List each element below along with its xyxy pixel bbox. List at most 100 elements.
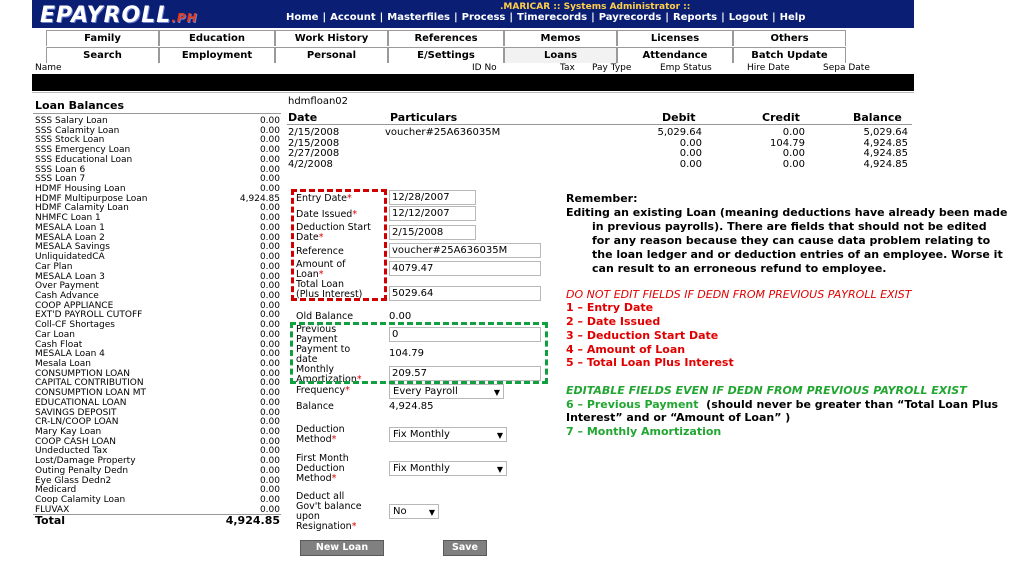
nav-account[interactable]: Account bbox=[326, 12, 379, 23]
tab-memos[interactable]: Memos bbox=[504, 30, 617, 46]
reference-input[interactable]: voucher#25A636035M bbox=[389, 243, 541, 258]
do-not-edit-heading: DO NOT EDIT FIELDS IF DEDN FROM PREVIOUS… bbox=[566, 288, 912, 301]
ledger-cell-date: 2/15/2008 bbox=[288, 127, 340, 138]
nav-reports[interactable]: Reports bbox=[669, 12, 721, 23]
tab-batch-update[interactable]: Batch Update bbox=[733, 47, 846, 63]
editable-fields-heading: EDITABLE FIELDS EVEN IF DEDN FROM PREVIO… bbox=[566, 384, 967, 397]
logo-main-text: EPAYROLL bbox=[40, 3, 172, 28]
employee-info-bar bbox=[32, 74, 914, 91]
tab-others[interactable]: Others bbox=[733, 30, 846, 46]
ledger-cell-balance: 4,924.85 bbox=[863, 137, 908, 149]
remember-line-2: in previous payrolls). There are fields … bbox=[592, 220, 987, 233]
current-user-label: .MARICAR :: Systems Administrator :: bbox=[500, 2, 691, 12]
remember-line-3: for any reason because they can cause da… bbox=[592, 234, 991, 247]
frequency-select[interactable]: Every Payroll ▼ bbox=[389, 384, 504, 399]
deduct-all-select[interactable]: No ▼ bbox=[389, 504, 439, 519]
tab-loans[interactable]: Loans bbox=[504, 47, 617, 63]
frequency-label: Frequency* bbox=[296, 385, 350, 396]
chevron-down-icon: ▼ bbox=[496, 465, 503, 474]
deduction-start-input[interactable]: 2/15/2008 bbox=[389, 225, 476, 240]
divider bbox=[287, 124, 912, 125]
remember-line-5: can result to an erroneous refund to emp… bbox=[592, 262, 887, 275]
old-balance-label: Old Balance bbox=[296, 311, 354, 322]
deduct-all-label: Deduct all Gov't balance upon Resignation* bbox=[296, 491, 362, 532]
first-month-deduction-label: First Month Deduction Method* bbox=[296, 453, 349, 484]
tab-family[interactable]: Family bbox=[46, 30, 159, 46]
col-pay-type: Pay Type bbox=[592, 63, 632, 73]
remember-line-4: the loan ledger and or deduction entries… bbox=[592, 248, 1003, 261]
ledger-cell-balance: 4,924.85 bbox=[863, 158, 908, 170]
logo-suffix-text: .PH bbox=[171, 11, 198, 25]
ledger-cell-balance: 4,924.85 bbox=[863, 148, 908, 159]
total-value: 4,924.85 bbox=[225, 514, 280, 527]
locked-field-4: 4 – Amount of Loan bbox=[566, 343, 686, 356]
locked-field-5: 5 – Total Loan Plus Interest bbox=[566, 356, 734, 369]
tab-search[interactable]: Search bbox=[46, 47, 159, 63]
nav-help[interactable]: Help bbox=[776, 12, 810, 23]
editable-field-6: 6 – Previous Payment (should never be gr… bbox=[566, 398, 999, 411]
ledger-cell-credit: 0.00 bbox=[782, 148, 805, 159]
locked-field-2: 2 – Date Issued bbox=[566, 315, 661, 328]
ledger-cell-credit: 0.00 bbox=[782, 127, 805, 138]
top-nav: Home | Account | Masterfiles | Process | Timerec… bbox=[282, 12, 809, 23]
epayroll-logo[interactable]: EPAYROLL.PH bbox=[40, 3, 198, 28]
loan-balance-row: Coop Calamity Loan 0.00 bbox=[35, 495, 280, 506]
ledger-header-debit: Debit bbox=[662, 111, 696, 124]
nav-payrecords[interactable]: Payrecords bbox=[595, 12, 666, 23]
first-month-deduction-value: Fix Monthly bbox=[393, 463, 450, 474]
employee-header: Name ID No Tax Pay Type Emp Status Hire … bbox=[32, 63, 914, 74]
locked-field-1: 1 – Entry Date bbox=[566, 301, 654, 314]
balance-value: 4,924.85 bbox=[389, 401, 434, 412]
tab-education[interactable]: Education bbox=[159, 30, 275, 46]
deduction-method-select[interactable]: Fix Monthly ▼ bbox=[389, 427, 507, 442]
nav-timerecords[interactable]: Timerecords bbox=[513, 12, 591, 23]
ledger-header-date: Date bbox=[288, 111, 318, 124]
chevron-down-icon: ▼ bbox=[428, 508, 435, 517]
ledger-cell-debit: 0.00 bbox=[679, 148, 702, 159]
date-issued-input[interactable]: 12/12/2007 bbox=[389, 206, 476, 221]
remember-heading: Remember: bbox=[566, 192, 638, 205]
nav-home[interactable]: Home bbox=[282, 12, 322, 23]
locked-fields-highlight bbox=[291, 189, 387, 301]
ledger-cell-debit: 5,029.64 bbox=[657, 127, 702, 138]
col-emp-status: Emp Status bbox=[660, 63, 712, 73]
nav-logout[interactable]: Logout bbox=[725, 12, 772, 23]
tab-references[interactable]: References bbox=[388, 30, 504, 46]
tab-licenses[interactable]: Licenses bbox=[617, 30, 733, 46]
tab-attendance[interactable]: Attendance bbox=[617, 47, 733, 63]
balance-label: Balance bbox=[296, 401, 334, 412]
tab-personal[interactable]: Personal bbox=[275, 47, 388, 63]
total-loan-input[interactable]: 5029.64 bbox=[389, 286, 541, 301]
total-label: Total bbox=[35, 514, 66, 527]
nav-masterfiles[interactable]: Masterfiles bbox=[383, 12, 454, 23]
amount-of-loan-input[interactable]: 4079.47 bbox=[389, 261, 541, 276]
chevron-down-icon: ▼ bbox=[493, 388, 500, 397]
new-loan-button[interactable]: New Loan bbox=[300, 540, 384, 556]
ledger-cell-date: 4/2/2008 bbox=[288, 158, 333, 170]
ledger-cell-credit: 0.00 bbox=[782, 158, 805, 170]
ledger-cell-credit: 104.79 bbox=[770, 137, 805, 149]
divider bbox=[33, 113, 281, 114]
ledger-header-particulars: Particulars bbox=[390, 111, 458, 124]
col-id-no: ID No bbox=[472, 63, 497, 73]
deduct-all-value: No bbox=[393, 506, 407, 517]
entry-date-input[interactable]: 12/28/2007 bbox=[389, 190, 476, 205]
save-button[interactable]: Save bbox=[443, 540, 487, 556]
nav-process[interactable]: Process bbox=[458, 12, 510, 23]
tab-e-settings[interactable]: E/Settings bbox=[388, 47, 504, 63]
deduction-method-value: Fix Monthly bbox=[393, 429, 450, 440]
first-month-deduction-select[interactable]: Fix Monthly ▼ bbox=[389, 461, 507, 476]
deduction-method-label: Deduction Method* bbox=[296, 424, 345, 445]
loan-balances-title: Loan Balances bbox=[35, 99, 125, 112]
tab-employment[interactable]: Employment bbox=[159, 47, 275, 63]
col-sepa-date: Sepa Date bbox=[823, 63, 870, 73]
loan-code-title: hdmfloan02 bbox=[288, 96, 349, 107]
divider bbox=[32, 92, 914, 93]
ledger-header-balance: Balance bbox=[853, 111, 902, 124]
editable-field-6-note: Interest” and or “Amount of Loan” ) bbox=[566, 411, 791, 424]
ledger-cell-date: 2/15/2008 bbox=[288, 137, 340, 149]
ledger-cell-date: 2/27/2008 bbox=[288, 148, 340, 159]
old-balance-value: 0.00 bbox=[389, 311, 412, 322]
col-name: Name bbox=[35, 63, 62, 73]
tab-work-history[interactable]: Work History bbox=[275, 30, 388, 46]
